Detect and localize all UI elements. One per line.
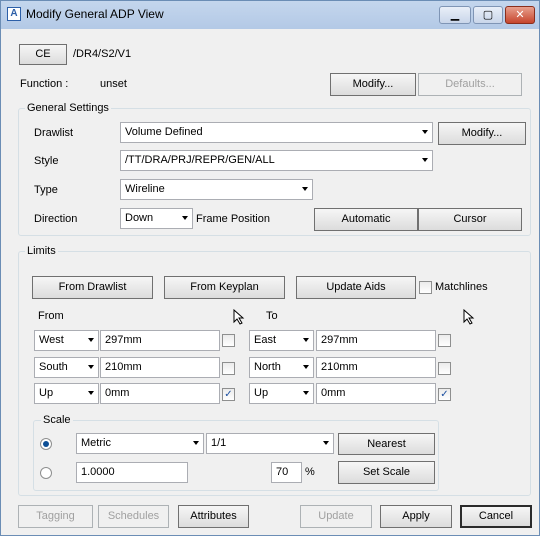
to-value-field[interactable]: 210mm xyxy=(316,357,436,378)
radio-selected-dot xyxy=(43,441,49,447)
chevron-down-icon xyxy=(302,187,308,191)
automatic-button[interactable]: Automatic xyxy=(314,208,418,231)
drawlist-select[interactable]: Volume Defined xyxy=(120,122,433,143)
maximize-icon: ▢ xyxy=(482,9,494,21)
to-value-field[interactable]: 0mm xyxy=(316,383,436,404)
close-button[interactable]: ✕ xyxy=(505,6,535,24)
scale-ratio-select[interactable]: 1/1 xyxy=(206,433,334,454)
general-settings-title: General Settings xyxy=(25,102,111,114)
scale-unit-select[interactable]: Metric xyxy=(76,433,204,454)
to-direction-select[interactable]: East xyxy=(249,330,314,351)
nearest-button[interactable]: Nearest xyxy=(338,433,435,455)
scale-unit-value: Metric xyxy=(81,437,111,449)
cancel-button[interactable]: Cancel xyxy=(460,505,532,528)
to-direction-value: East xyxy=(254,334,277,346)
cursor-pick-icon[interactable] xyxy=(462,308,478,327)
from-value-field[interactable]: 297mm xyxy=(100,330,220,351)
matchlines-label: Matchlines xyxy=(435,281,488,293)
to-direction-select[interactable]: Up xyxy=(249,383,314,404)
cursor-pick-icon[interactable] xyxy=(232,308,248,327)
chevron-down-icon xyxy=(88,338,94,342)
type-label: Type xyxy=(34,184,58,196)
chevron-down-icon xyxy=(182,216,188,220)
style-label: Style xyxy=(34,155,59,167)
style-select[interactable]: /TT/DRA/PRJ/REPR/GEN/ALL xyxy=(120,150,433,171)
chevron-down-icon xyxy=(303,391,309,395)
function-modify-button[interactable]: Modify... xyxy=(330,73,416,96)
to-direction-select[interactable]: North xyxy=(249,357,314,378)
type-select[interactable]: Wireline xyxy=(120,179,313,200)
function-label: Function : xyxy=(20,78,69,90)
scale-value-field[interactable]: 1.0000 xyxy=(76,462,188,483)
scale-preset-radio[interactable] xyxy=(40,438,52,450)
set-scale-button[interactable]: Set Scale xyxy=(338,461,435,484)
minimize-icon: ▁ xyxy=(450,9,460,21)
to-value-field[interactable]: 297mm xyxy=(316,330,436,351)
title-bar[interactable]: A Modify General ADP View ▁ ▢ ✕ xyxy=(1,1,539,29)
dialog-window: A Modify General ADP View ▁ ▢ ✕ CE /DR4/… xyxy=(0,0,540,536)
minimize-button[interactable]: ▁ xyxy=(439,6,471,24)
update-button[interactable]: Update xyxy=(300,505,372,528)
direction-select[interactable]: Down xyxy=(120,208,193,229)
matchlines-checkbox[interactable] xyxy=(419,281,432,294)
from-checkbox[interactable] xyxy=(222,362,235,375)
from-direction-value: Up xyxy=(39,387,54,399)
frame-position-label: Frame Position xyxy=(196,213,270,225)
limits-title: Limits xyxy=(25,245,58,257)
from-direction-select[interactable]: Up xyxy=(34,383,99,404)
tagging-button[interactable]: Tagging xyxy=(18,505,93,528)
type-select-value: Wireline xyxy=(125,183,165,195)
scale-custom-radio[interactable] xyxy=(40,467,52,479)
drawlist-label: Drawlist xyxy=(34,127,74,139)
from-direction-select[interactable]: West xyxy=(34,330,99,351)
cursor-button[interactable]: Cursor xyxy=(418,208,522,231)
style-select-value: /TT/DRA/PRJ/REPR/GEN/ALL xyxy=(125,154,275,166)
chevron-down-icon xyxy=(422,130,428,134)
chevron-down-icon xyxy=(323,441,329,445)
ce-button[interactable]: CE xyxy=(19,44,67,65)
defaults-button[interactable]: Defaults... xyxy=(418,73,522,96)
attributes-button[interactable]: Attributes xyxy=(178,505,249,528)
from-drawlist-button[interactable]: From Drawlist xyxy=(32,276,153,299)
direction-label: Direction xyxy=(34,213,78,225)
chevron-down-icon xyxy=(88,391,94,395)
from-direction-value: West xyxy=(39,334,64,346)
maximize-button[interactable]: ▢ xyxy=(473,6,503,24)
from-checkbox[interactable]: ✓ xyxy=(222,388,235,401)
from-checkbox[interactable] xyxy=(222,334,235,347)
to-direction-value: Up xyxy=(254,387,269,399)
close-icon: ✕ xyxy=(515,9,525,21)
chevron-down-icon xyxy=(88,365,94,369)
scale-title: Scale xyxy=(41,414,73,426)
chevron-down-icon xyxy=(303,338,309,342)
direction-select-value: Down xyxy=(125,212,154,224)
schedules-button[interactable]: Schedules xyxy=(98,505,169,528)
app-icon: A xyxy=(7,7,21,21)
chevron-down-icon xyxy=(422,158,428,162)
element-path: /DR4/S2/V1 xyxy=(73,48,132,60)
from-label: From xyxy=(38,310,64,322)
apply-button[interactable]: Apply xyxy=(380,505,452,528)
drawlist-select-value: Volume Defined xyxy=(125,126,203,138)
percent-sign: % xyxy=(305,466,315,478)
to-checkbox[interactable] xyxy=(438,334,451,347)
function-value: unset xyxy=(100,78,127,90)
to-checkbox[interactable] xyxy=(438,362,451,375)
from-keyplan-button[interactable]: From Keyplan xyxy=(164,276,285,299)
from-value-field[interactable]: 0mm xyxy=(100,383,220,404)
update-aids-button[interactable]: Update Aids xyxy=(296,276,416,299)
scale-ratio-value: 1/1 xyxy=(211,437,227,449)
chevron-down-icon xyxy=(303,365,309,369)
from-value-field[interactable]: 210mm xyxy=(100,357,220,378)
drawlist-modify-button[interactable]: Modify... xyxy=(438,122,526,145)
scale-percent-field[interactable]: 70 xyxy=(271,462,302,483)
to-label: To xyxy=(266,310,278,322)
window-title: Modify General ADP View xyxy=(26,7,164,21)
to-checkbox[interactable]: ✓ xyxy=(438,388,451,401)
from-direction-select[interactable]: South xyxy=(34,357,99,378)
to-direction-value: North xyxy=(254,361,281,373)
chevron-down-icon xyxy=(193,441,199,445)
from-direction-value: South xyxy=(39,361,68,373)
